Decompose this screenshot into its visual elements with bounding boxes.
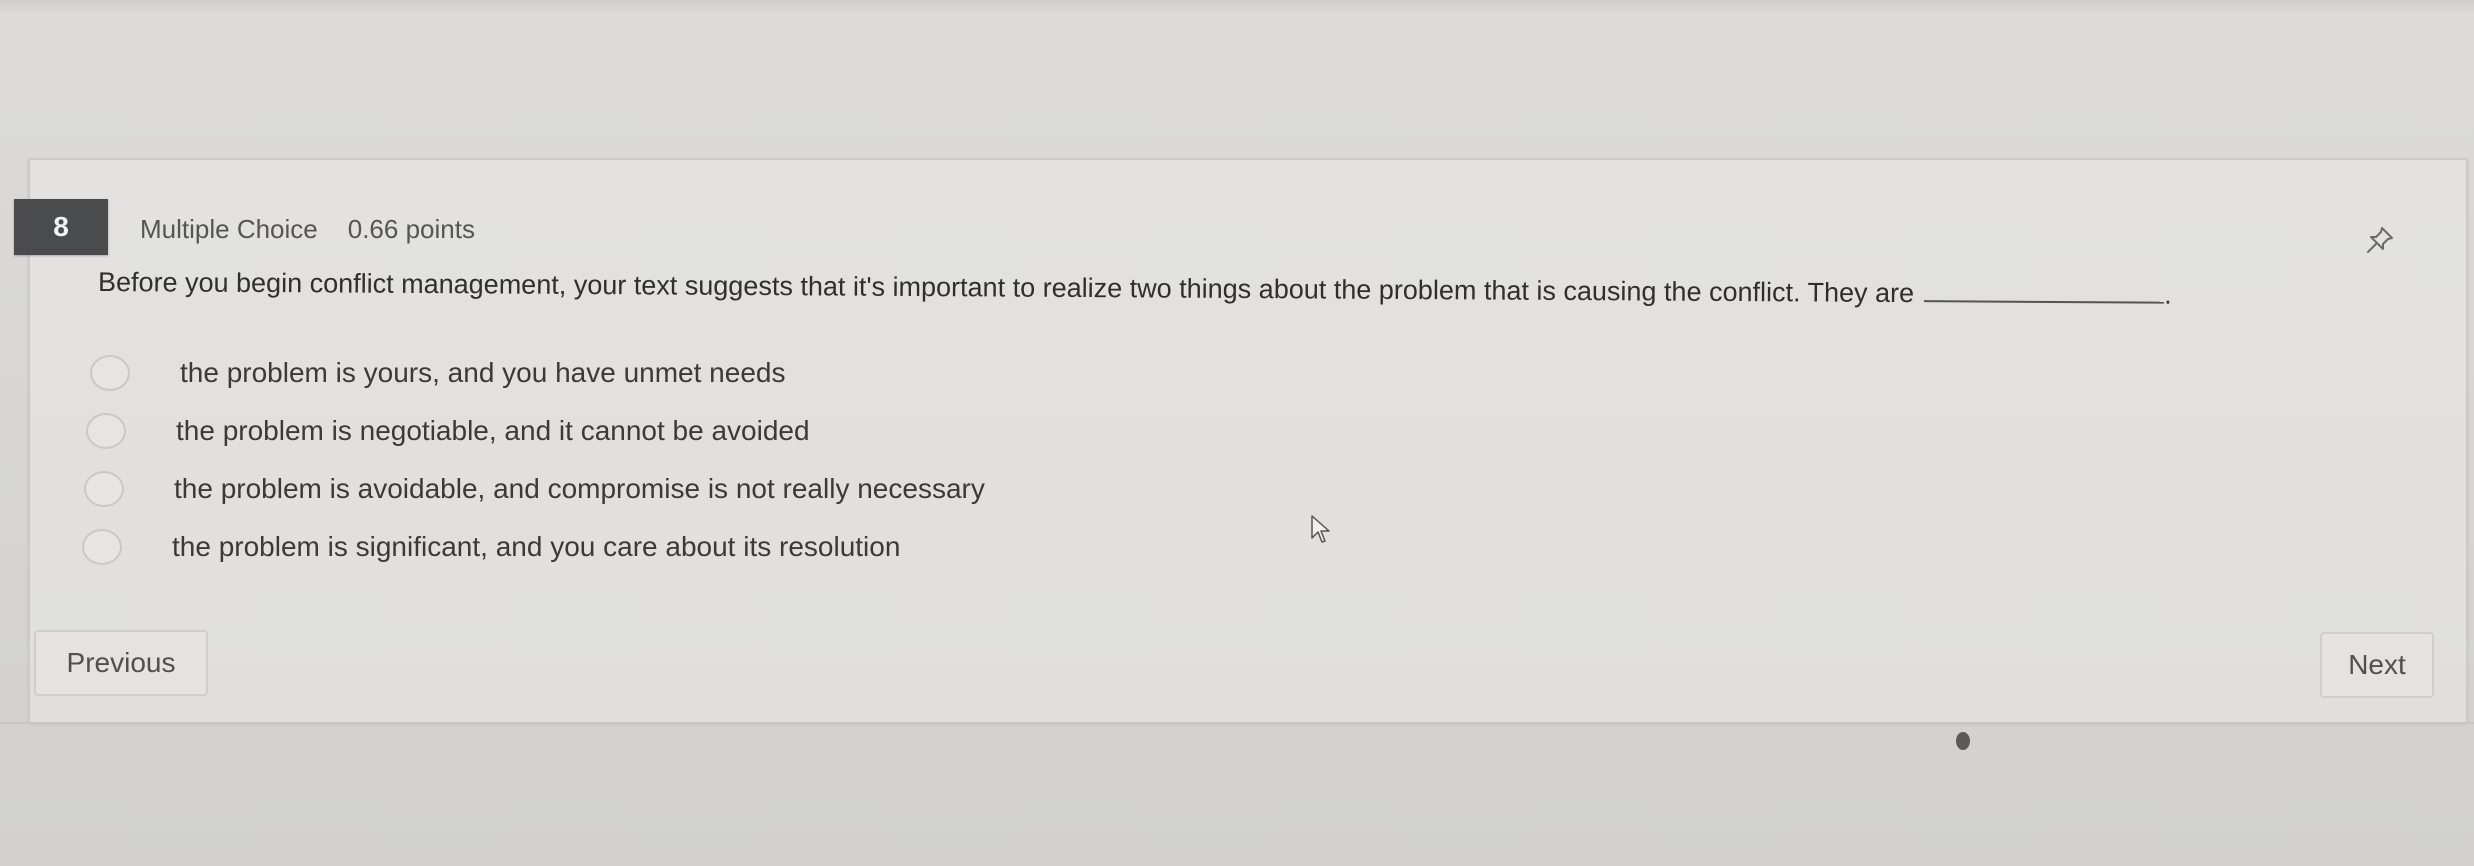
mouse-cursor-icon — [1311, 515, 1330, 543]
radio-button[interactable] — [86, 413, 126, 449]
question-meta: Multiple Choice 0.66 points — [140, 214, 475, 245]
screen-speck — [1956, 732, 1970, 750]
question-end-punctuation: . — [2164, 279, 2172, 310]
option-label: the problem is avoidable, and compromise… — [174, 473, 985, 504]
question-points: 0.66 points — [347, 214, 475, 244]
radio-button[interactable] — [82, 529, 122, 565]
option-label: the problem is yours, and you have unmet… — [180, 357, 786, 388]
answer-blank — [1924, 282, 2165, 304]
option-3[interactable]: the problem is avoidable, and compromise… — [84, 460, 1484, 518]
option-2[interactable]: the problem is negotiable, and it cannot… — [86, 402, 1484, 460]
question-type: Multiple Choice — [140, 214, 318, 244]
radio-button[interactable] — [84, 471, 124, 507]
option-label: the problem is negotiable, and it cannot… — [176, 415, 810, 446]
radio-button[interactable] — [90, 355, 130, 391]
previous-button[interactable]: Previous — [34, 630, 208, 696]
answer-options: the problem is yours, and you have unmet… — [82, 344, 1484, 576]
question-number-badge: 8 — [14, 199, 108, 255]
pin-icon[interactable] — [2362, 222, 2398, 258]
next-button[interactable]: Next — [2320, 632, 2434, 698]
top-strip — [0, 0, 2474, 14]
option-label: the problem is significant, and you care… — [172, 531, 901, 562]
card-bottom-divider — [0, 722, 2474, 724]
option-1[interactable]: the problem is yours, and you have unmet… — [90, 344, 1484, 402]
option-4[interactable]: the problem is significant, and you care… — [82, 518, 1484, 576]
